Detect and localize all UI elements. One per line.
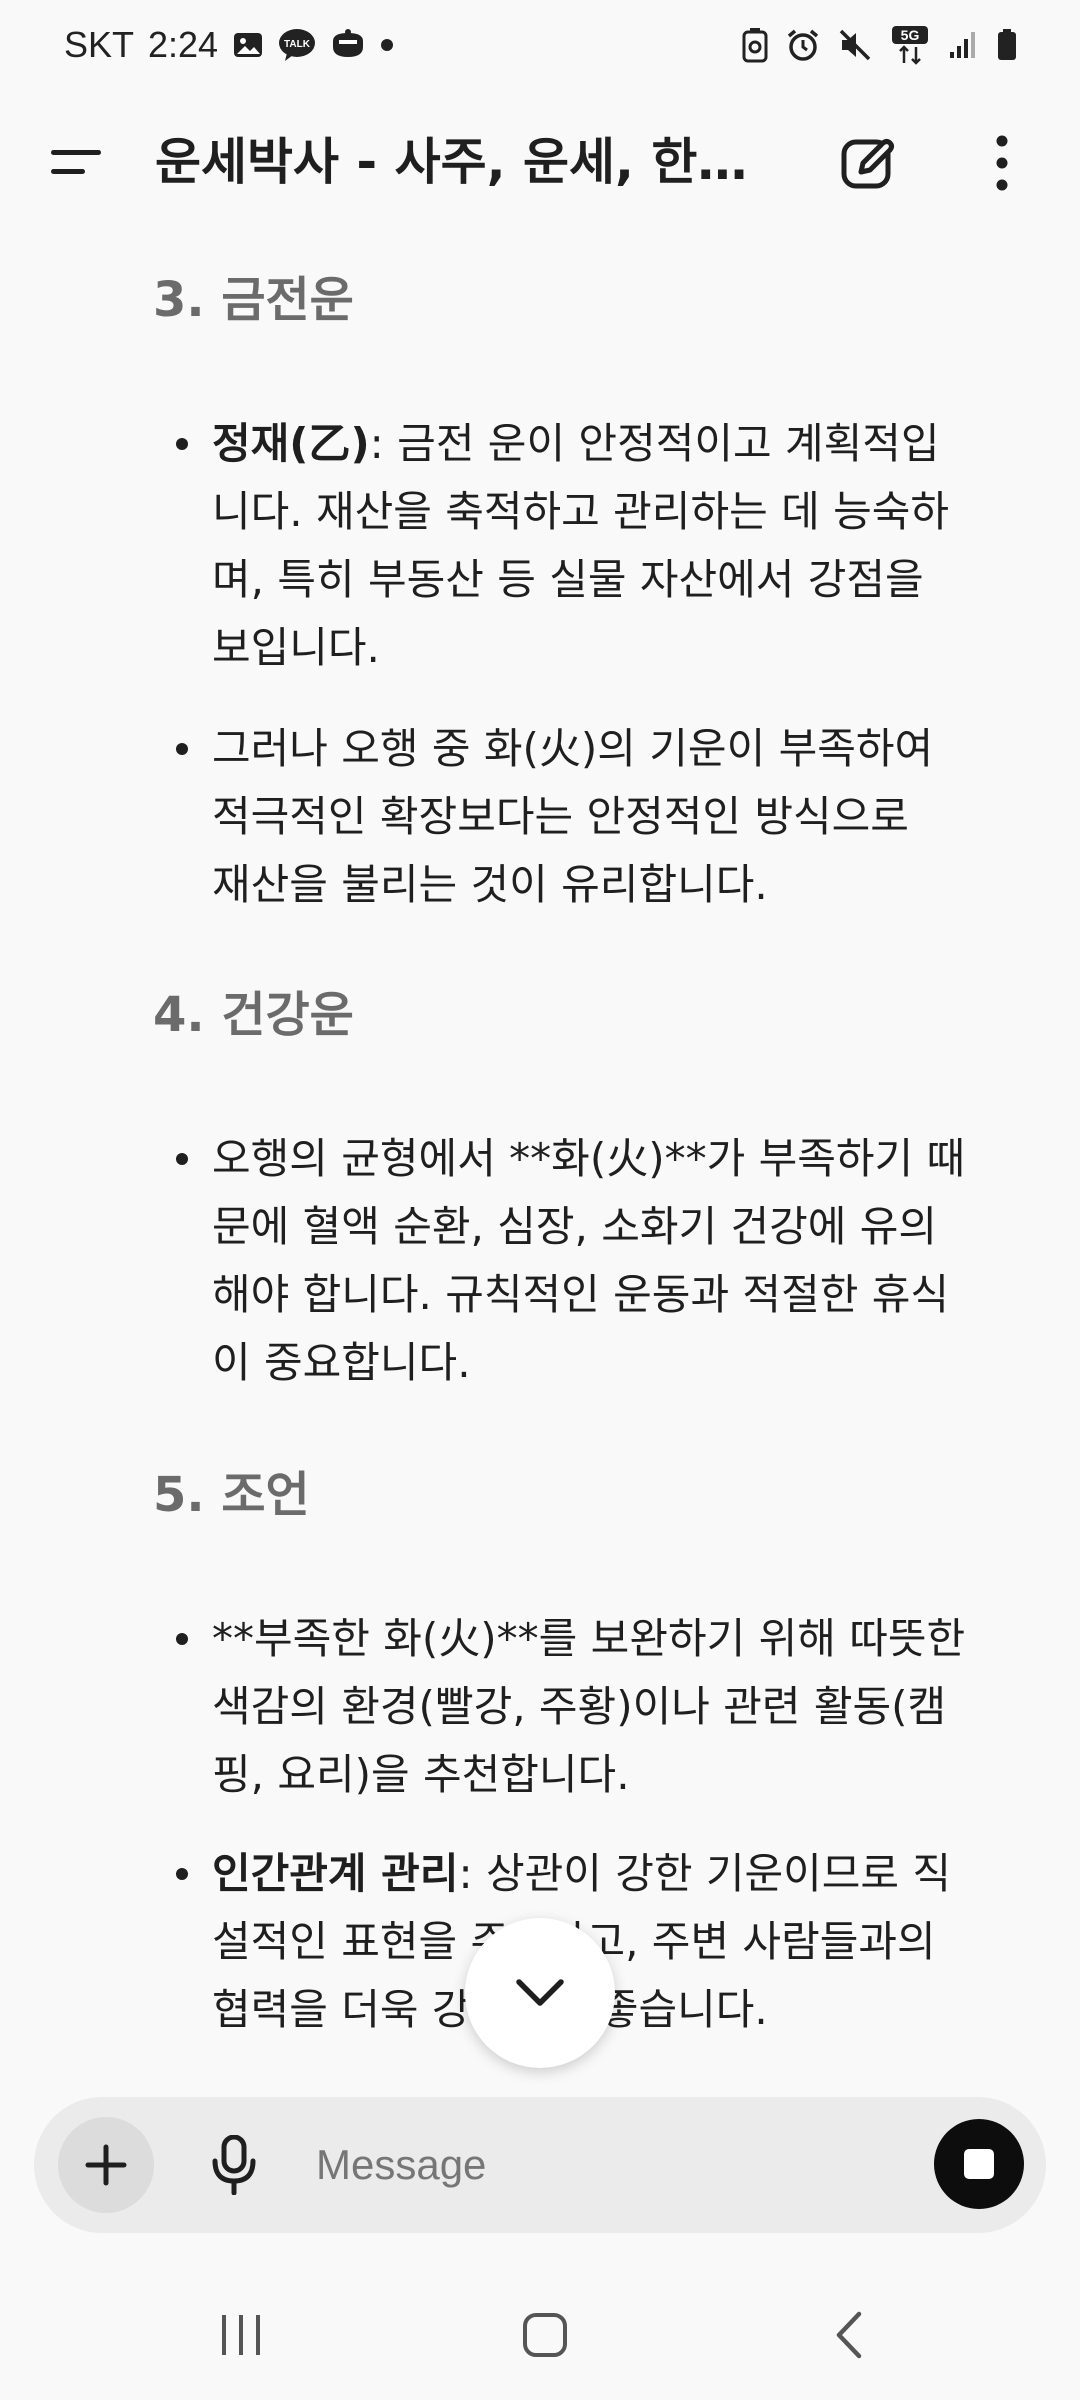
list-item-line: 그러나 오행 중 화(火)의 기운이 부족하여 bbox=[212, 724, 934, 773]
network-label: 5G bbox=[901, 27, 920, 43]
list-item-line: 이 중요합니다. bbox=[212, 1338, 471, 1387]
gallery-icon bbox=[232, 29, 264, 61]
clock: 2:24 bbox=[148, 24, 219, 65]
stop-icon bbox=[964, 2149, 994, 2179]
home-button[interactable] bbox=[500, 2295, 590, 2375]
stop-button[interactable] bbox=[934, 2119, 1024, 2209]
voice-input-button[interactable] bbox=[194, 2125, 274, 2205]
list-item-line: 색감의 환경(빨강, 주황)이나 관련 활동(캠 bbox=[212, 1682, 947, 1731]
list-item-line: 설적인 표현을 주의하고, 주변 사람들과의 bbox=[212, 1917, 936, 1966]
battery-icon bbox=[996, 28, 1018, 62]
battery-saver-icon bbox=[742, 27, 768, 63]
message-input[interactable] bbox=[316, 2133, 896, 2197]
chat-content: 3. 금전운 정재(乙): 금전 운이 안정적이고 계획적입 니다. 재산을 축… bbox=[0, 215, 1080, 2075]
list-item-line: **부족한 화(火)**를 보완하기 위해 따뜻한 bbox=[212, 1614, 966, 1663]
list-item-line: 오행의 균형에서 **화(火)**가 부족하기 때 bbox=[212, 1134, 966, 1183]
more-vert-icon bbox=[996, 135, 1008, 191]
status-bar: SKT 2:24 TALK 5G bbox=[0, 0, 1080, 90]
list-item-line: 핑, 요리)을 추천합니다. bbox=[212, 1750, 630, 1799]
kakaotalk-text: TALK bbox=[284, 39, 311, 50]
list-item: 정재(乙): 금전 운이 안정적이고 계획적입 니다. 재산을 축적하고 관리하… bbox=[176, 410, 1012, 682]
chat-bubble-icon bbox=[330, 29, 366, 61]
section-heading: 5. 조언 bbox=[153, 1467, 310, 1523]
carrier-label: SKT bbox=[64, 24, 135, 65]
list-item-line: 인간관계 관리: 상관이 강한 기운이므로 직 bbox=[212, 1840, 1012, 1908]
mute-icon bbox=[838, 28, 872, 62]
list-item: **부족한 화(火)**를 보완하기 위해 따뜻한 색감의 환경(빨강, 주황)… bbox=[176, 1605, 1012, 1809]
list-item-line: 니다. 재산을 축적하고 관리하는 데 능숙하 bbox=[212, 487, 949, 536]
app-title[interactable]: 운세박사 - 사주, 운세, 한… bbox=[155, 132, 765, 192]
back-icon bbox=[836, 2311, 862, 2359]
home-icon bbox=[523, 2313, 567, 2357]
new-chat-button[interactable] bbox=[835, 130, 901, 196]
dot-icon bbox=[380, 38, 394, 52]
status-right: 5G bbox=[742, 25, 1018, 65]
5g-icon: 5G bbox=[890, 25, 930, 65]
back-button[interactable] bbox=[804, 2295, 894, 2375]
system-nav-bar bbox=[0, 2275, 1080, 2400]
list-item-line: 보입니다. bbox=[212, 623, 380, 672]
mic-icon bbox=[212, 2135, 256, 2195]
bold-term: 정재(乙) bbox=[212, 419, 370, 468]
plus-icon bbox=[85, 2144, 127, 2186]
section-heading: 4. 건강운 bbox=[153, 987, 354, 1043]
menu-button[interactable] bbox=[42, 132, 112, 192]
alarm-icon bbox=[786, 28, 820, 62]
kakaotalk-icon: TALK bbox=[278, 28, 316, 62]
message-composer bbox=[34, 2097, 1046, 2233]
recents-button[interactable] bbox=[196, 2295, 286, 2375]
list-item: 오행의 균형에서 **화(火)**가 부족하기 때 문에 혈액 순환, 심장, … bbox=[176, 1125, 1012, 1397]
edit-icon bbox=[841, 139, 894, 189]
chevron-down-icon bbox=[516, 1979, 564, 2006]
signal-icon bbox=[948, 30, 978, 60]
list-item-text: : 금전 운이 안정적이고 계획적입 bbox=[369, 419, 940, 468]
scroll-to-bottom-button[interactable] bbox=[465, 1918, 615, 2068]
more-options-button[interactable] bbox=[974, 128, 1030, 198]
section-heading: 3. 금전운 bbox=[153, 272, 354, 328]
list-item-line: 적극적인 확장보다는 안정적인 방식으로 bbox=[212, 792, 909, 841]
bold-term: 인간관계 관리 bbox=[212, 1849, 459, 1898]
list-item-line: 정재(乙): 금전 운이 안정적이고 계획적입 bbox=[212, 410, 1012, 478]
list-item-line: 며, 특히 부동산 등 실물 자산에서 강점을 bbox=[212, 555, 924, 604]
list-item-line: 재산을 불리는 것이 유리합니다. bbox=[212, 860, 768, 909]
list-item: 그러나 오행 중 화(火)의 기운이 부족하여 적극적인 확장보다는 안정적인 … bbox=[176, 715, 1012, 919]
app-bar: 운세박사 - 사주, 운세, 한… bbox=[0, 110, 1080, 215]
menu-icon bbox=[51, 150, 101, 174]
list-item-text: : 상관이 강한 기운이므로 직 bbox=[458, 1849, 952, 1898]
recents-icon bbox=[222, 2315, 260, 2355]
list-item-line: 문에 혈액 순환, 심장, 소화기 건강에 유의 bbox=[212, 1202, 938, 1251]
list-item-line: 해야 합니다. 규칙적인 운동과 적절한 휴식 bbox=[212, 1270, 949, 1319]
add-attachment-button[interactable] bbox=[58, 2117, 154, 2213]
status-left: SKT 2:24 TALK bbox=[64, 24, 394, 66]
